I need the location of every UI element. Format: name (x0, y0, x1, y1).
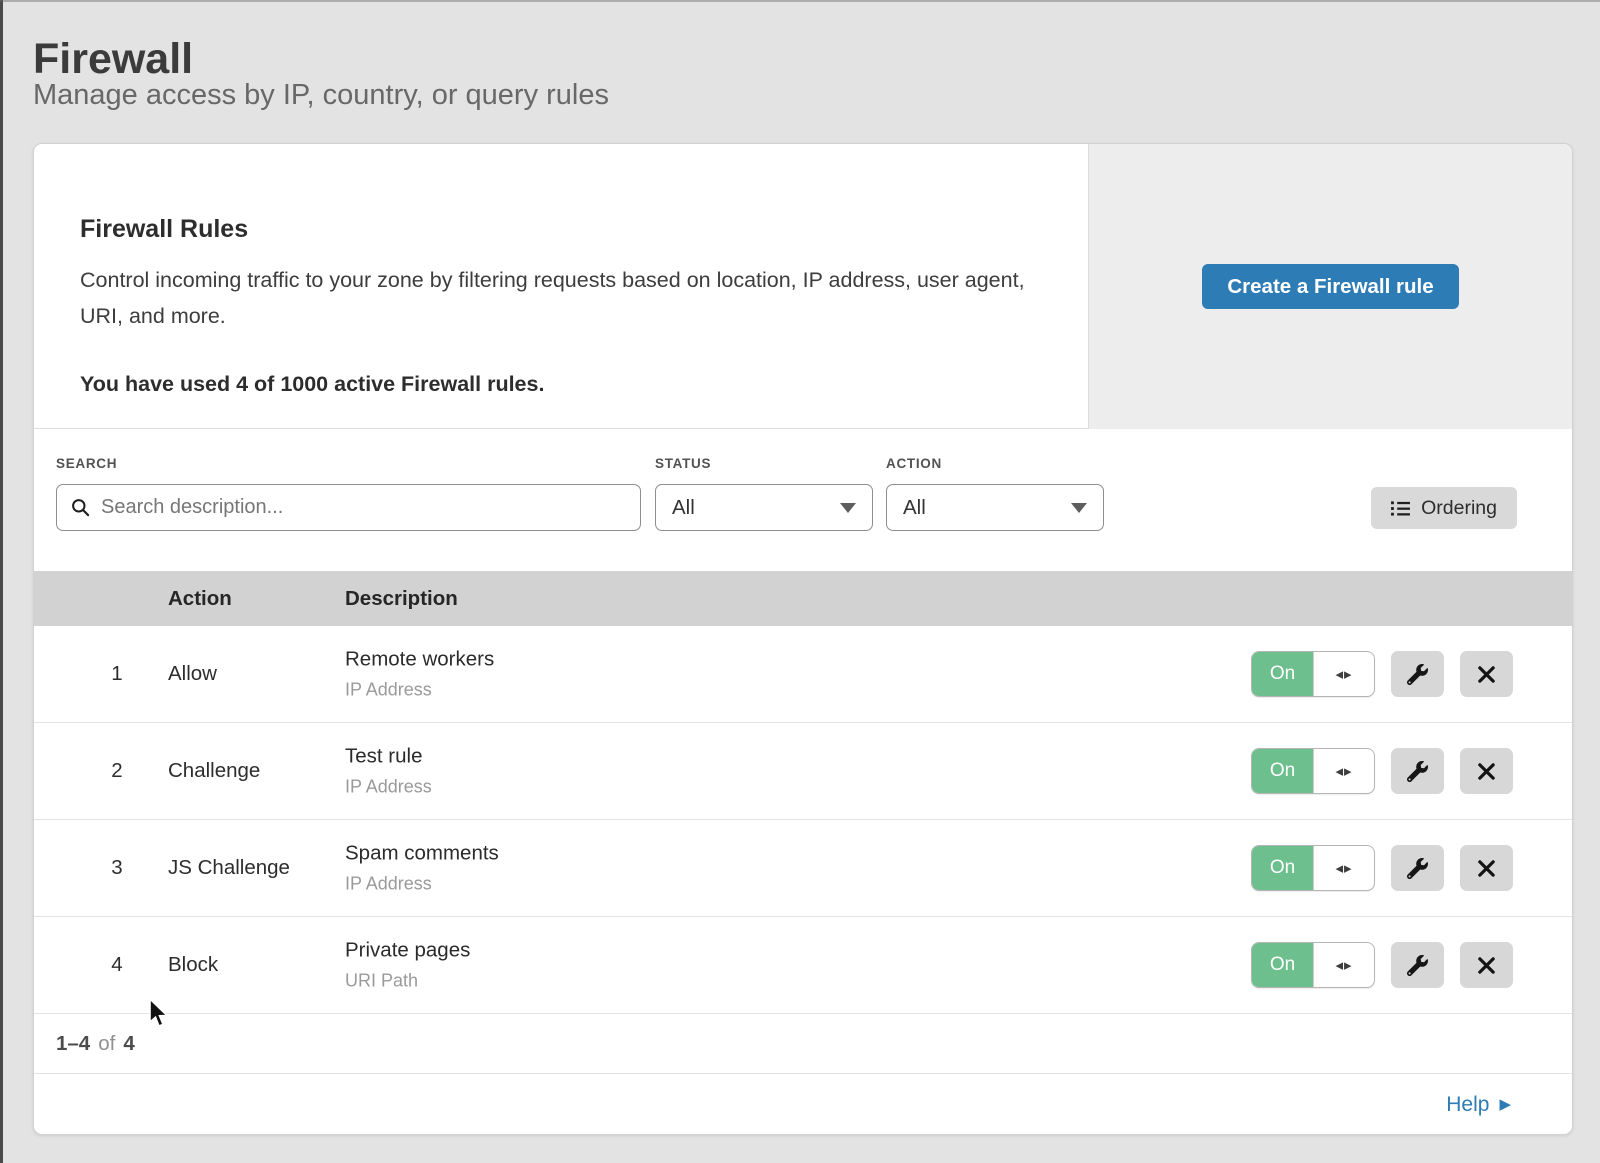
x-icon (1477, 665, 1496, 684)
rule-match-type: IP Address (345, 777, 432, 798)
search-icon (71, 498, 90, 517)
rule-match-type: IP Address (345, 874, 499, 895)
toggle-drag-handle-icon[interactable]: ◂▸ (1313, 749, 1374, 793)
search-input-wrapper[interactable] (56, 484, 641, 531)
edit-rule-button[interactable] (1391, 651, 1444, 697)
x-icon (1477, 762, 1496, 781)
rule-description-title: Remote workers (345, 648, 494, 672)
pagination-total: 4 (123, 1032, 134, 1056)
card-footer: Help ▶ (34, 1074, 1572, 1135)
filters-bar: SEARCH STATUS All ACTION All (34, 429, 1572, 571)
x-icon (1477, 859, 1496, 878)
rule-controls: On ◂▸ (1251, 942, 1513, 988)
search-label: SEARCH (56, 456, 117, 471)
hero-title: Firewall Rules (80, 215, 248, 244)
toggle-on-label: On (1252, 846, 1313, 890)
rule-priority: 1 (100, 662, 134, 686)
delete-rule-button[interactable] (1460, 748, 1513, 794)
rule-action: Allow (168, 662, 217, 686)
status-select-value: All (672, 496, 695, 520)
delete-rule-button[interactable] (1460, 942, 1513, 988)
toggle-on-label: On (1252, 943, 1313, 987)
rule-enabled-toggle[interactable]: On ◂▸ (1251, 942, 1375, 988)
toggle-drag-handle-icon[interactable]: ◂▸ (1313, 943, 1374, 987)
action-label: ACTION (886, 456, 942, 471)
rule-priority: 3 (100, 856, 134, 880)
table-row: 1 Allow Remote workers IP Address On ◂▸ (34, 626, 1572, 723)
pagination-range: 1–4 (56, 1032, 90, 1056)
help-link-label: Help (1446, 1093, 1489, 1117)
rule-controls: On ◂▸ (1251, 748, 1513, 794)
delete-rule-button[interactable] (1460, 845, 1513, 891)
rule-enabled-toggle[interactable]: On ◂▸ (1251, 845, 1375, 891)
wrench-icon (1407, 664, 1428, 685)
page-title: Firewall (33, 35, 193, 84)
hero-side-panel: Create a Firewall rule (1088, 144, 1572, 429)
rule-controls: On ◂▸ (1251, 845, 1513, 891)
hero-description: Control incoming traffic to your zone by… (80, 262, 1040, 334)
edit-rule-button[interactable] (1391, 942, 1444, 988)
action-select[interactable]: All (886, 484, 1104, 531)
rule-enabled-toggle[interactable]: On ◂▸ (1251, 748, 1375, 794)
table-row: 2 Challenge Test rule IP Address On ◂▸ (34, 723, 1572, 820)
wrench-icon (1407, 858, 1428, 879)
toggle-on-label: On (1252, 652, 1313, 696)
rule-description: Private pages URI Path (345, 939, 470, 992)
status-select[interactable]: All (655, 484, 873, 531)
rule-action: Challenge (168, 759, 260, 783)
caret-right-icon: ▶ (1499, 1097, 1511, 1112)
chevron-down-icon (840, 503, 856, 513)
rule-description: Spam comments IP Address (345, 842, 499, 895)
edit-rule-button[interactable] (1391, 845, 1444, 891)
rule-controls: On ◂▸ (1251, 651, 1513, 697)
create-firewall-rule-button[interactable]: Create a Firewall rule (1202, 264, 1458, 309)
rule-description-title: Private pages (345, 939, 470, 963)
hero-section: Firewall Rules Control incoming traffic … (34, 144, 1572, 429)
rule-enabled-toggle[interactable]: On ◂▸ (1251, 651, 1375, 697)
list-icon (1391, 500, 1410, 517)
table-row: 3 JS Challenge Spam comments IP Address … (34, 820, 1572, 917)
usage-summary: You have used 4 of 1000 active Firewall … (80, 372, 544, 397)
ordering-button-label: Ordering (1421, 497, 1497, 520)
rule-description: Remote workers IP Address (345, 648, 494, 701)
edit-rule-button[interactable] (1391, 748, 1444, 794)
firewall-rules-card: Firewall Rules Control incoming traffic … (33, 143, 1573, 1135)
table-row: 4 Block Private pages URI Path On ◂▸ (34, 917, 1572, 1014)
rule-priority: 2 (100, 759, 134, 783)
pagination: 1–4 of 4 (34, 1014, 1572, 1074)
chevron-down-icon (1071, 503, 1087, 513)
x-icon (1477, 956, 1496, 975)
action-select-value: All (903, 496, 926, 520)
search-input[interactable] (99, 495, 626, 520)
column-header-action: Action (168, 587, 232, 611)
rule-match-type: IP Address (345, 680, 494, 701)
rule-action: JS Challenge (168, 856, 290, 880)
pagination-separator: of (98, 1032, 115, 1056)
help-link[interactable]: Help ▶ (1446, 1093, 1511, 1117)
rules-list: 1 Allow Remote workers IP Address On ◂▸ (34, 626, 1572, 1014)
rule-description-title: Test rule (345, 745, 432, 769)
window-edge-top (0, 0, 1600, 2)
rule-action: Block (168, 953, 218, 977)
toggle-on-label: On (1252, 749, 1313, 793)
page-subtitle: Manage access by IP, country, or query r… (33, 79, 609, 112)
delete-rule-button[interactable] (1460, 651, 1513, 697)
status-label: STATUS (655, 456, 711, 471)
wrench-icon (1407, 761, 1428, 782)
column-header-description: Description (345, 587, 458, 611)
rule-priority: 4 (100, 953, 134, 977)
wrench-icon (1407, 955, 1428, 976)
rule-description-title: Spam comments (345, 842, 499, 866)
toggle-drag-handle-icon[interactable]: ◂▸ (1313, 846, 1374, 890)
rule-description: Test rule IP Address (345, 745, 432, 798)
toggle-drag-handle-icon[interactable]: ◂▸ (1313, 652, 1374, 696)
rule-match-type: URI Path (345, 971, 470, 992)
window-edge-left (0, 0, 3, 1163)
ordering-button[interactable]: Ordering (1371, 487, 1517, 529)
table-header: Action Description (34, 571, 1572, 626)
